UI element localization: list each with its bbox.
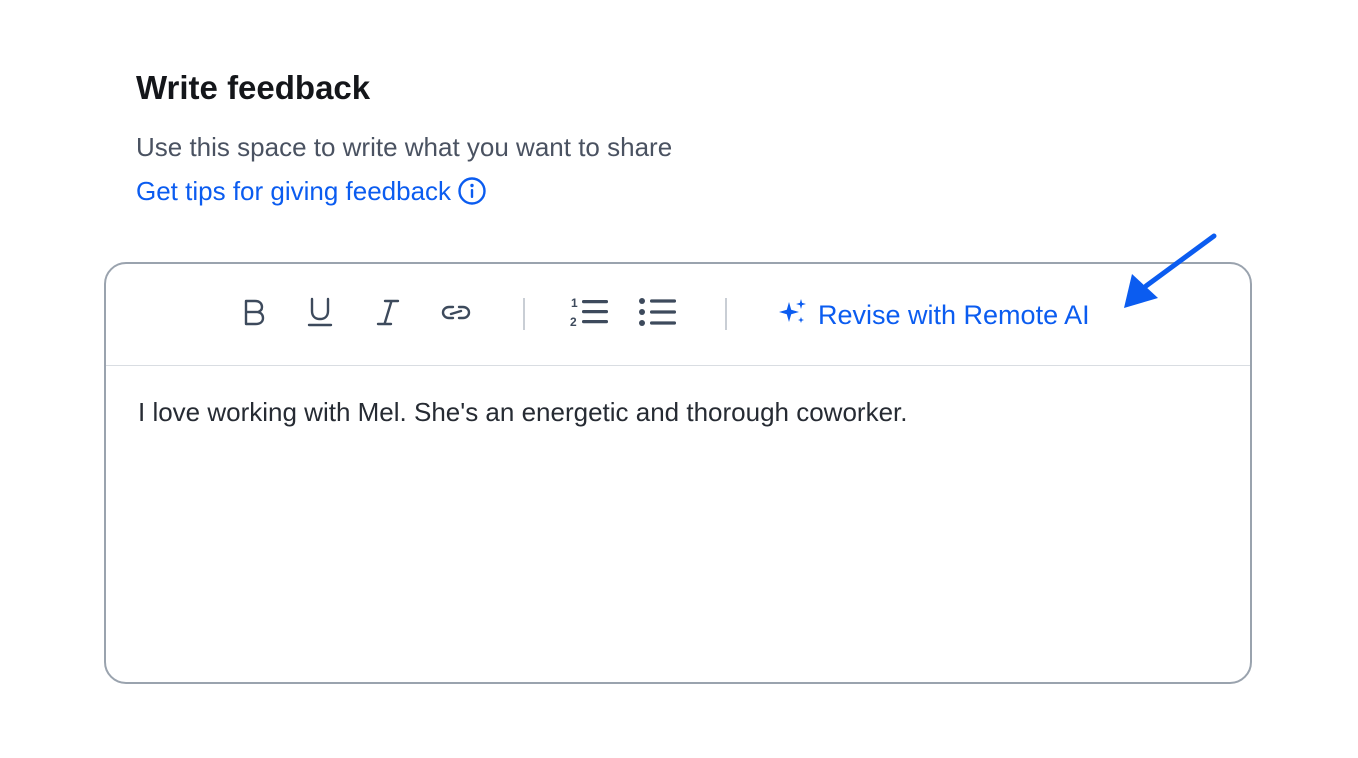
link-button[interactable] <box>436 294 476 334</box>
svg-text:1: 1 <box>571 296 578 310</box>
bullet-list-icon <box>638 297 678 332</box>
editor-toolbar: 1 2 Revise with Remote AI <box>106 264 1250 366</box>
underline-button[interactable] <box>300 294 340 334</box>
sparkle-icon <box>778 297 808 334</box>
tips-link[interactable]: Get tips for giving feedback <box>136 174 487 208</box>
numbered-list-icon: 1 2 <box>570 295 610 334</box>
numbered-list-button[interactable]: 1 2 <box>570 294 610 334</box>
page-subtitle: Use this space to write what you want to… <box>136 132 673 162</box>
italic-icon <box>374 297 402 332</box>
revise-with-ai-label: Revise with Remote AI <box>818 299 1090 330</box>
toolbar-divider <box>725 298 727 330</box>
bullet-list-button[interactable] <box>638 294 678 334</box>
tips-link-label: Get tips for giving feedback <box>136 176 452 206</box>
revise-with-ai-button[interactable]: Revise with Remote AI <box>778 294 1090 336</box>
underline-icon <box>306 296 334 333</box>
editor-content[interactable]: I love working with Mel. She's an energe… <box>138 394 1218 430</box>
svg-text:2: 2 <box>570 315 577 329</box>
page-title: Write feedback <box>136 69 371 106</box>
link-icon <box>440 300 472 329</box>
bold-button[interactable] <box>234 294 274 334</box>
annotation-arrow <box>1110 228 1220 323</box>
feedback-page: Write feedback Use this space to write w… <box>0 0 1358 758</box>
toolbar-divider <box>523 298 525 330</box>
italic-button[interactable] <box>368 294 408 334</box>
info-icon <box>457 176 487 206</box>
bold-icon <box>240 297 268 332</box>
feedback-editor: 1 2 Revise with Remote AI I love working… <box>104 262 1252 684</box>
